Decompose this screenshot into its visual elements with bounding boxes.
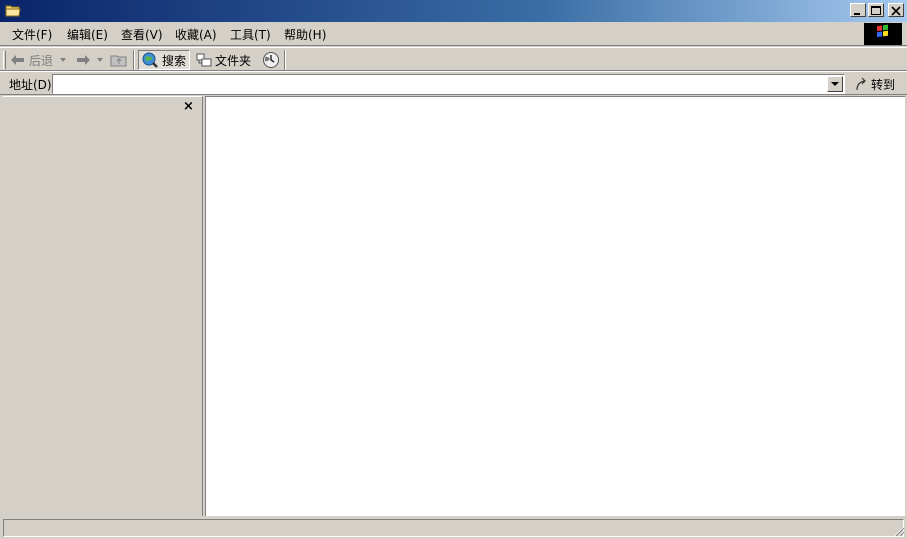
menu-file[interactable]: 文件(F) xyxy=(12,26,52,43)
chevron-down-icon xyxy=(831,82,839,86)
search-button[interactable]: 搜索 xyxy=(138,50,191,70)
go-label: 转到 xyxy=(871,77,896,92)
menu-tools[interactable]: 工具(T) xyxy=(230,26,271,43)
explorer-side-panel: × xyxy=(3,96,203,516)
resize-grip-icon[interactable] xyxy=(893,525,905,537)
folder-icon xyxy=(5,5,21,17)
up-folder-button[interactable] xyxy=(110,50,128,70)
toolbar-grip[interactable] xyxy=(3,51,6,69)
toolbar-separator xyxy=(284,50,286,70)
windows-logo xyxy=(864,23,902,45)
address-dropdown-button[interactable] xyxy=(827,76,843,92)
go-arrow-icon xyxy=(856,77,866,91)
content-area[interactable] xyxy=(205,96,905,516)
history-icon xyxy=(263,52,279,68)
minimize-button[interactable] xyxy=(850,3,866,17)
forward-arrow-icon xyxy=(77,55,90,65)
menu-bar: 文件(F) 编辑(E) 查看(V) 收藏(A) 工具(T) 帮助(H) xyxy=(0,22,907,46)
standard-toolbar: 后退 搜索 文件夹 xyxy=(0,47,907,71)
address-label: 地址(D) xyxy=(9,78,52,92)
go-button[interactable]: 转到 xyxy=(855,75,895,93)
status-bar xyxy=(0,517,907,539)
history-button[interactable] xyxy=(262,50,280,70)
back-arrow-icon xyxy=(11,55,24,65)
forward-dropdown-icon[interactable] xyxy=(97,58,103,62)
toolbar-separator xyxy=(133,50,135,70)
menu-view[interactable]: 查看(V) xyxy=(121,26,163,43)
folders-icon xyxy=(196,53,212,67)
address-bar: 地址(D) 转到 xyxy=(0,71,907,95)
menu-favorites[interactable]: 收藏(A) xyxy=(175,26,217,43)
folders-button[interactable]: 文件夹 xyxy=(196,50,251,70)
address-input[interactable] xyxy=(52,74,845,94)
status-pane xyxy=(3,519,904,537)
close-panel-button[interactable]: × xyxy=(183,100,194,113)
back-label: 后退 xyxy=(29,53,54,68)
title-bar[interactable] xyxy=(0,0,907,22)
menu-help[interactable]: 帮助(H) xyxy=(284,26,326,43)
search-globe-icon xyxy=(142,52,158,68)
maximize-button[interactable] xyxy=(868,3,884,17)
windows-logo-icon xyxy=(877,24,888,38)
back-button[interactable]: 后退 xyxy=(10,50,53,70)
menu-edit[interactable]: 编辑(E) xyxy=(67,26,108,43)
search-label: 搜索 xyxy=(162,53,187,68)
back-dropdown-icon[interactable] xyxy=(60,58,66,62)
minimize-icon xyxy=(854,13,860,15)
forward-button[interactable] xyxy=(75,50,91,70)
maximize-icon xyxy=(871,6,881,15)
close-window-button[interactable] xyxy=(888,3,904,17)
folders-label: 文件夹 xyxy=(215,53,252,68)
close-icon xyxy=(891,6,901,16)
folder-up-icon xyxy=(110,55,127,67)
